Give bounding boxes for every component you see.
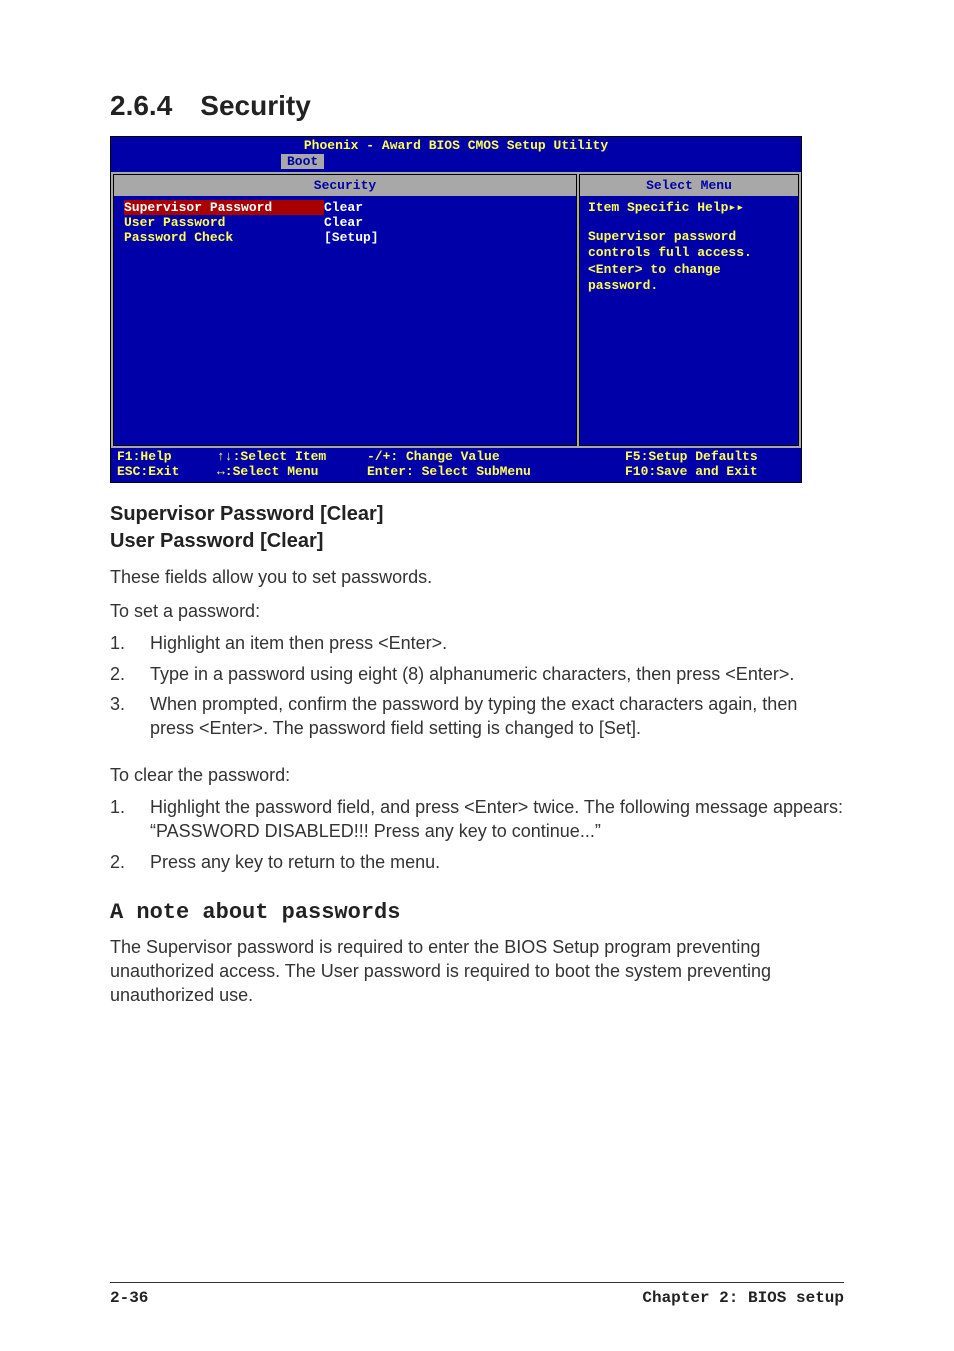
bios-help-body: Supervisor password controls full access… bbox=[588, 229, 790, 294]
step-text: Highlight the password field, and press … bbox=[150, 795, 844, 844]
page-number: 2-36 bbox=[110, 1289, 148, 1307]
heading-line: User Password [Clear] bbox=[110, 530, 323, 552]
footer-key: ↔:Select Menu bbox=[217, 464, 318, 479]
list-item: 2.Press any key to return to the menu. bbox=[110, 850, 844, 874]
page-footer: 2-36 Chapter 2: BIOS setup bbox=[110, 1282, 844, 1307]
section-heading: 2.6.4 Security bbox=[110, 90, 844, 122]
note-heading: A note about passwords bbox=[110, 900, 844, 925]
bios-row-user-password[interactable]: User Password Clear bbox=[124, 215, 566, 230]
list-item: 2.Type in a password using eight (8) alp… bbox=[110, 662, 844, 686]
heading-line: Supervisor Password [Clear] bbox=[110, 503, 383, 525]
bios-row-value: [Setup] bbox=[324, 230, 379, 245]
step-text: When prompted, confirm the password by t… bbox=[150, 692, 844, 741]
clear-password-steps: 1.Highlight the password field, and pres… bbox=[110, 795, 844, 874]
bios-right-pane: Select Menu Item Specific Help▸▸ Supervi… bbox=[579, 174, 799, 446]
footer-key: ESC:Exit bbox=[117, 464, 179, 479]
bios-footer: F1:HelpESC:Exit ↑↓:Select Item↔:Select M… bbox=[111, 448, 801, 482]
set-password-steps: 1.Highlight an item then press <Enter>. … bbox=[110, 631, 844, 740]
footer-key: F10:Save and Exit bbox=[625, 464, 758, 479]
footer-key: -/+: Change Value bbox=[367, 449, 500, 464]
bios-active-tab: Boot bbox=[281, 154, 324, 169]
paragraph: These fields allow you to set passwords. bbox=[110, 565, 844, 589]
bios-row-label: User Password bbox=[124, 215, 324, 230]
list-item: 3.When prompted, confirm the password by… bbox=[110, 692, 844, 741]
list-item: 1.Highlight an item then press <Enter>. bbox=[110, 631, 844, 655]
step-text: Highlight an item then press <Enter>. bbox=[150, 631, 844, 655]
step-text: Type in a password using eight (8) alpha… bbox=[150, 662, 844, 686]
subsection-heading: Supervisor Password [Clear] User Passwor… bbox=[110, 501, 844, 555]
bios-tab-row: Boot bbox=[111, 154, 801, 172]
bios-row-label: Supervisor Password bbox=[124, 200, 324, 215]
bios-title: Phoenix - Award BIOS CMOS Setup Utility bbox=[111, 137, 801, 154]
bios-row-password-check[interactable]: Password Check [Setup] bbox=[124, 230, 566, 245]
step-text: Press any key to return to the menu. bbox=[150, 850, 844, 874]
section-number: 2.6.4 bbox=[110, 90, 172, 121]
footer-key: F1:Help bbox=[117, 449, 172, 464]
bios-left-pane: Security Supervisor Password Clear User … bbox=[113, 174, 577, 446]
bios-left-header: Security bbox=[114, 175, 576, 196]
section-title: Security bbox=[200, 90, 311, 121]
bios-row-value: Clear bbox=[324, 200, 363, 215]
bios-right-header: Select Menu bbox=[580, 175, 798, 196]
note-body: The Supervisor password is required to e… bbox=[110, 935, 844, 1008]
footer-key: F5:Setup Defaults bbox=[625, 449, 758, 464]
bios-help-title: Item Specific Help▸▸ bbox=[588, 200, 790, 215]
bios-row-supervisor-password[interactable]: Supervisor Password Clear bbox=[124, 200, 566, 215]
chapter-label: Chapter 2: BIOS setup bbox=[642, 1289, 844, 1307]
footer-key: Enter: Select SubMenu bbox=[367, 464, 531, 479]
bios-screenshot: Phoenix - Award BIOS CMOS Setup Utility … bbox=[110, 136, 802, 483]
footer-key: ↑↓:Select Item bbox=[217, 449, 326, 464]
paragraph: To set a password: bbox=[110, 599, 844, 623]
bios-row-label: Password Check bbox=[124, 230, 324, 245]
list-item: 1.Highlight the password field, and pres… bbox=[110, 795, 844, 844]
bios-row-value: Clear bbox=[324, 215, 363, 230]
paragraph: To clear the password: bbox=[110, 763, 844, 787]
